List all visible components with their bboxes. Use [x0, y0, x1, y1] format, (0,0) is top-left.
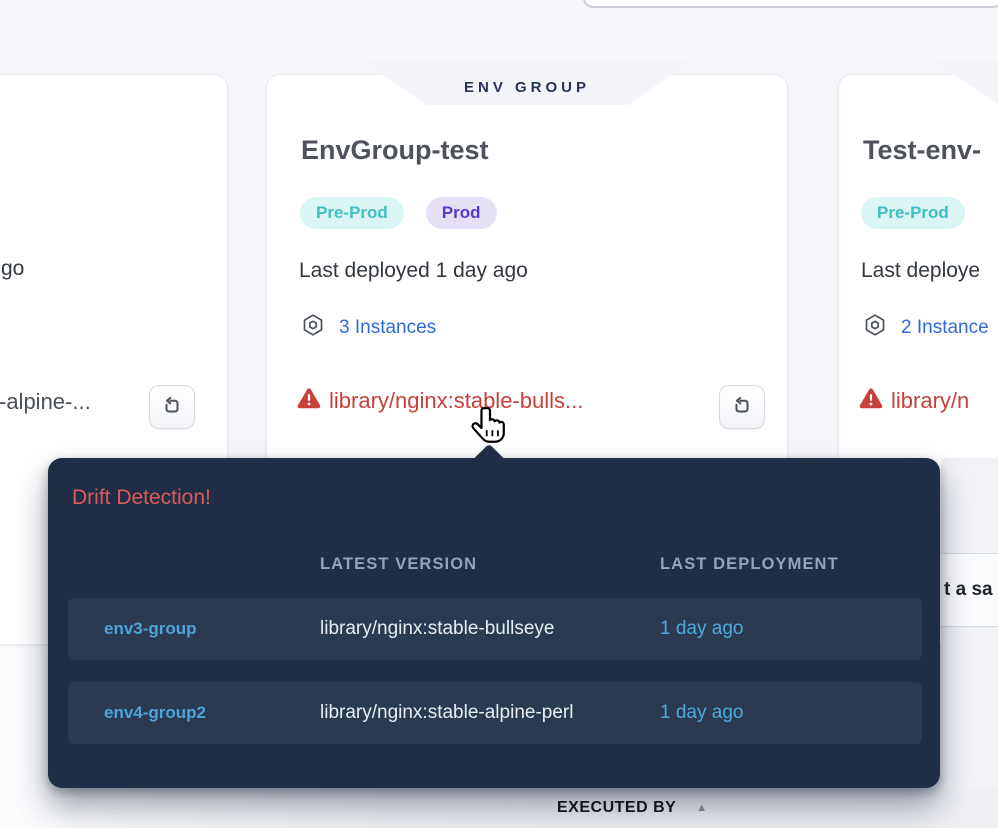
- drift-image-text[interactable]: library/nginx:stable-bulls...: [329, 388, 583, 414]
- drift-image-text[interactable]: library/n: [891, 388, 969, 414]
- card-title: EnvGroup-test: [301, 135, 489, 166]
- warning-triangle-icon: [859, 387, 883, 414]
- drift-table-row[interactable]: env4-group2 library/nginx:stable-alpine-…: [68, 682, 922, 744]
- last-deployment-value: 1 day ago: [660, 702, 922, 724]
- last-deployment-value: 1 day ago: [660, 618, 922, 640]
- drift-table-row[interactable]: env3-group library/nginx:stable-bullseye…: [68, 598, 922, 660]
- environment-badges: Pre-Prod Prod: [300, 197, 497, 229]
- env-group-ribbon-label: ENV GROUP: [464, 79, 590, 96]
- card-title: Test-env-: [863, 135, 981, 166]
- executed-by-label: EXECUTED BY: [557, 799, 676, 817]
- background-table-row-fragment: t a sa: [941, 553, 998, 627]
- instances-hexagon-icon: [863, 313, 887, 342]
- table-column-header-executed-by[interactable]: EXECUTED BY ▲: [557, 799, 707, 817]
- sort-ascending-icon[interactable]: ▲: [696, 802, 707, 814]
- env-group-link[interactable]: env4-group2: [104, 703, 320, 723]
- instances-row[interactable]: 3 Instances: [301, 313, 436, 342]
- column-latest-version: LATEST VERSION: [320, 555, 660, 574]
- instances-link[interactable]: 3 Instances: [339, 317, 436, 339]
- page: EXECUTED BY ▲ go -alpine-... ENV GROUP E…: [0, 0, 998, 828]
- row-fragment-text: t a sa: [941, 579, 993, 601]
- last-deployed-fragment: go: [1, 257, 24, 281]
- drift-table-header: LATEST VERSION LAST DEPLOYMENT: [68, 552, 922, 576]
- warning-triangle-icon: [297, 387, 321, 414]
- drift-image-row[interactable]: library/n: [859, 387, 969, 414]
- drift-image-row[interactable]: library/nginx:stable-bulls...: [297, 387, 583, 414]
- hand-cursor: [469, 404, 511, 455]
- image-tag-fragment: -alpine-...: [0, 389, 91, 415]
- badge-pre-prod: Pre-Prod: [300, 197, 404, 229]
- clipped-toolbar-element: [583, 0, 998, 8]
- redeploy-button[interactable]: [719, 385, 765, 429]
- instances-hexagon-icon: [301, 313, 325, 342]
- latest-version-value: library/nginx:stable-alpine-perl: [320, 702, 660, 724]
- drift-table: LATEST VERSION LAST DEPLOYMENT env3-grou…: [68, 552, 922, 744]
- badge-pre-prod: Pre-Prod: [861, 197, 965, 229]
- drift-detection-title: Drift Detection!: [72, 486, 211, 510]
- environment-badges: Pre-Prod: [861, 197, 965, 229]
- env-group-ribbon: ENV GROUP: [933, 60, 998, 105]
- redeploy-icon: [162, 396, 182, 419]
- instances-link[interactable]: 2 Instance: [901, 317, 989, 339]
- last-deployed-text: Last deployed 1 day ago: [299, 259, 528, 283]
- env-group-ribbon: ENV GROUP: [361, 60, 693, 105]
- env-group-link[interactable]: env3-group: [104, 619, 320, 639]
- drift-detection-tooltip: Drift Detection! LATEST VERSION LAST DEP…: [48, 458, 940, 788]
- column-last-deployment: LAST DEPLOYMENT: [660, 555, 922, 574]
- last-deployed-text: Last deploye: [861, 259, 980, 283]
- instances-row[interactable]: 2 Instance: [863, 313, 989, 342]
- redeploy-icon: [732, 396, 752, 419]
- redeploy-button[interactable]: [149, 385, 195, 429]
- badge-prod: Prod: [426, 197, 497, 229]
- background-table-fragment: t a sa: [941, 458, 998, 790]
- latest-version-value: library/nginx:stable-bullseye: [320, 618, 660, 640]
